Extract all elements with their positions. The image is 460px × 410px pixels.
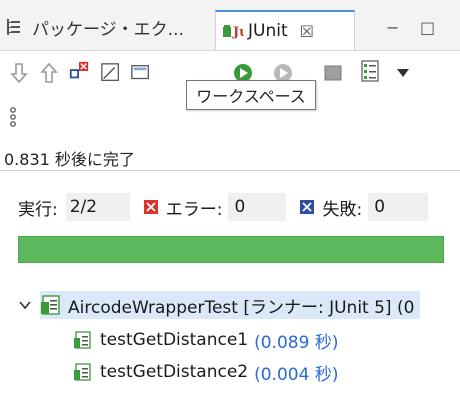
previous-failure-icon[interactable] <box>38 62 60 84</box>
history-icon[interactable] <box>130 62 152 84</box>
workspace-tooltip: ワークスペース <box>186 80 316 110</box>
tab-junit-label: JUnit <box>248 21 288 41</box>
view-menu-icon[interactable] <box>392 62 414 84</box>
test-counters: 実行: 2/2 エラー: 0 失敗: 0 <box>0 192 460 222</box>
tab-package-explorer-label: パッケージ・エク... <box>32 19 184 40</box>
tab-junit[interactable]: Ju JUnit ☒ <box>215 10 355 50</box>
failures-label: 失敗: <box>322 199 363 220</box>
chevron-down-icon[interactable] <box>18 300 32 310</box>
more-options-icon[interactable] <box>2 106 24 128</box>
tree-root-item[interactable]: AircodeWrapperTest [ランナー: JUnit 5] (0 <box>40 291 421 319</box>
maximize-icon[interactable]: □ <box>420 18 435 37</box>
package-explorer-icon <box>7 19 20 35</box>
minimize-icon[interactable]: − <box>386 18 399 37</box>
test-case-name: testGetDistance2 <box>100 362 249 382</box>
test-case-row[interactable]: testGetDistance1 (0.089 秒) <box>74 326 338 354</box>
test-passed-icon <box>74 363 91 381</box>
tree-root-row[interactable]: AircodeWrapperTest [ランナー: JUnit 5] (0 <box>18 290 421 320</box>
runs-label: 実行: <box>18 199 58 220</box>
test-case-row[interactable]: testGetDistance2 (0.004 秒) <box>74 358 338 386</box>
tab-package-explorer[interactable]: パッケージ・エク... <box>6 14 184 40</box>
finished-status: 0.831 秒後に完了 <box>4 150 135 169</box>
failures-value: 0 <box>368 193 429 221</box>
errors-value: 0 <box>228 193 287 221</box>
failure-icon <box>300 200 315 214</box>
svg-text:Ju: Ju <box>232 25 244 40</box>
test-suite-icon <box>41 295 60 315</box>
stop-icon[interactable] <box>322 62 344 84</box>
view-tab-bar: パッケージ・エク... Ju JUnit ☒ − □ <box>0 0 460 51</box>
test-case-time: (0.089 秒) <box>254 332 339 353</box>
test-progress-bar <box>18 236 444 263</box>
next-failure-icon[interactable] <box>8 62 30 84</box>
layout-menu-icon[interactable] <box>360 60 382 82</box>
errors-label: エラー: <box>165 199 223 220</box>
show-failures-only-icon[interactable] <box>68 60 90 82</box>
divider <box>0 170 460 171</box>
test-passed-icon <box>74 331 91 349</box>
junit-icon: Ju <box>223 25 244 40</box>
scroll-lock-icon[interactable] <box>100 62 122 84</box>
close-tab-icon[interactable]: ☒ <box>300 22 314 41</box>
test-case-name: testGetDistance1 <box>100 330 249 350</box>
error-icon <box>143 200 158 214</box>
tree-root-label: AircodeWrapperTest [ランナー: JUnit 5] (0 <box>68 297 415 318</box>
test-case-time: (0.004 秒) <box>254 364 339 385</box>
runs-value: 2/2 <box>65 193 130 221</box>
